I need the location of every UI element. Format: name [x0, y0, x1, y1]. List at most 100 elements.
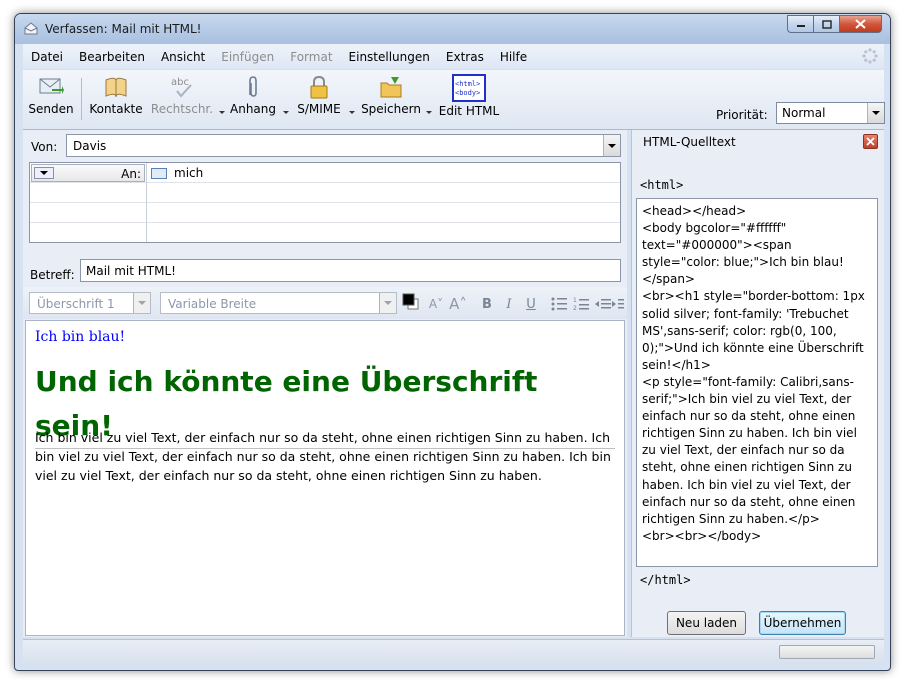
close-icon: [866, 137, 875, 146]
menu-bar: Datei Bearbeiten Ansicht Einfügen Format…: [23, 44, 884, 69]
menu-bearbeiten[interactable]: Bearbeiten: [71, 50, 153, 64]
send-button[interactable]: Senden: [28, 74, 74, 124]
menu-hilfe[interactable]: Hilfe: [492, 50, 535, 64]
italic-icon: I: [506, 296, 512, 312]
save-icon: [377, 74, 405, 100]
recipient-row[interactable]: An: mich: [30, 163, 620, 183]
save-label: Speichern: [361, 102, 421, 116]
close-panel-button[interactable]: [863, 134, 878, 149]
main-toolbar: Senden Kontakte abc Rechtschr. Anhang S/…: [23, 70, 885, 130]
paragraph-style-select[interactable]: Überschrift 1: [29, 292, 151, 314]
recipient-type-select[interactable]: An:: [31, 164, 145, 182]
font-larger-icon: A˄: [449, 295, 467, 313]
html-open-tag: <html>: [640, 178, 684, 192]
bold-button[interactable]: B: [478, 295, 496, 313]
svg-text:2: 2: [573, 305, 577, 311]
contacts-button[interactable]: Kontakte: [89, 74, 143, 124]
priority-select[interactable]: Normal: [776, 102, 885, 124]
subject-label: Betreff:: [30, 268, 75, 282]
smime-button[interactable]: S/MIME: [294, 74, 344, 124]
save-button[interactable]: Speichern: [359, 74, 423, 124]
spellcheck-dropdown-arrow[interactable]: [219, 111, 225, 114]
recipient-value: mich: [174, 166, 204, 180]
priority-label: Priorität:: [716, 108, 768, 122]
color-swatch-icon: [402, 293, 419, 310]
priority-value: Normal: [782, 106, 826, 120]
save-dropdown-arrow[interactable]: [426, 111, 432, 114]
menu-einstellungen[interactable]: Einstellungen: [341, 50, 438, 64]
apply-button[interactable]: Übernehmen: [759, 611, 846, 635]
menu-datei[interactable]: Datei: [23, 50, 71, 64]
recipient-row[interactable]: [30, 203, 620, 223]
from-value: Davis: [73, 139, 107, 153]
menu-format[interactable]: Format: [282, 50, 340, 64]
numbered-list-button[interactable]: 12: [572, 295, 590, 313]
font-select[interactable]: Variable Breite: [160, 292, 397, 314]
spellcheck-button[interactable]: abc Rechtschr.: [150, 74, 214, 124]
toolbar-separator: [81, 78, 82, 120]
bullet-list-button[interactable]: [550, 295, 568, 313]
menu-einfuegen[interactable]: Einfügen: [213, 50, 282, 64]
contacts-label: Kontakte: [89, 102, 143, 116]
font-value: Variable Breite: [168, 297, 257, 311]
minimize-button[interactable]: [787, 15, 813, 33]
font-smaller-icon: A˅: [428, 297, 444, 311]
outdent-button[interactable]: [594, 295, 612, 313]
smime-label: S/MIME: [297, 102, 341, 116]
font-larger-button[interactable]: A˄: [449, 295, 467, 313]
outdent-icon: [595, 299, 611, 309]
chevron-down-icon[interactable]: [34, 167, 54, 179]
spellcheck-label: Rechtschr.: [150, 102, 214, 116]
from-label: Von:: [31, 140, 58, 154]
body-paragraph: Ich bin viel zu viel Text, der einfach n…: [35, 430, 611, 483]
compose-icon: [24, 22, 38, 35]
column-divider: [146, 163, 147, 242]
indent-button[interactable]: [612, 295, 624, 313]
attach-dropdown-arrow[interactable]: [283, 111, 289, 114]
smime-dropdown-arrow[interactable]: [349, 111, 355, 114]
to-label: An:: [121, 167, 141, 181]
svg-text:abc: abc: [171, 77, 189, 88]
status-bar: [23, 639, 884, 665]
maximize-button[interactable]: [813, 15, 839, 33]
indent-icon: [612, 299, 624, 309]
recipient-row[interactable]: [30, 183, 620, 203]
window-title: Verfassen: Mail mit HTML!: [45, 22, 202, 36]
attach-label: Anhang: [230, 102, 276, 116]
spellcheck-icon: abc: [168, 74, 196, 100]
chevron-down-icon[interactable]: [867, 103, 884, 123]
menu-ansicht[interactable]: Ansicht: [153, 50, 213, 64]
title-bar[interactable]: Verfassen: Mail mit HTML!: [15, 14, 890, 44]
close-button[interactable]: [839, 15, 882, 33]
paragraph-style-value: Überschrift 1: [37, 297, 115, 311]
message-body-editor[interactable]: Ich bin blau! Und ich könnte eine Übersc…: [25, 320, 625, 636]
close-icon: [855, 19, 866, 29]
underline-button[interactable]: U: [522, 295, 540, 313]
chevron-down-icon[interactable]: [133, 293, 150, 313]
send-label: Senden: [28, 102, 74, 116]
chevron-down-icon[interactable]: [603, 135, 620, 156]
font-smaller-button[interactable]: A˅: [427, 295, 445, 313]
paperclip-icon: [239, 74, 267, 100]
maximize-icon: [821, 19, 832, 29]
compose-window: Verfassen: Mail mit HTML! Datei Bearbeit…: [14, 13, 891, 671]
menu-extras[interactable]: Extras: [438, 50, 492, 64]
reload-button[interactable]: Neu laden: [667, 611, 746, 635]
source-panel-title: HTML-Quelltext: [643, 135, 736, 149]
contact-card-icon: [151, 167, 167, 179]
chevron-down-icon[interactable]: [379, 293, 396, 313]
recipient-row[interactable]: [30, 223, 620, 243]
from-select[interactable]: Davis: [66, 134, 621, 157]
recipient-entry[interactable]: mich: [151, 166, 203, 180]
html-source-panel: HTML-Quelltext <html> <head></head> <bod…: [631, 130, 884, 637]
italic-button[interactable]: I: [500, 295, 518, 313]
html-tag-icon: <html> <body>: [452, 74, 486, 102]
bold-icon: B: [482, 296, 492, 312]
edit-html-button[interactable]: <html> <body> Edit HTML: [436, 74, 502, 124]
svg-text:<body>: <body>: [455, 89, 480, 97]
text-color-button[interactable]: [402, 293, 420, 311]
attach-button[interactable]: Anhang: [228, 74, 278, 124]
subject-input[interactable]: Mail mit HTML!: [80, 259, 621, 282]
html-source-textarea[interactable]: <head></head> <body bgcolor="#ffffff" te…: [636, 198, 878, 567]
underline-icon: U: [526, 296, 536, 312]
